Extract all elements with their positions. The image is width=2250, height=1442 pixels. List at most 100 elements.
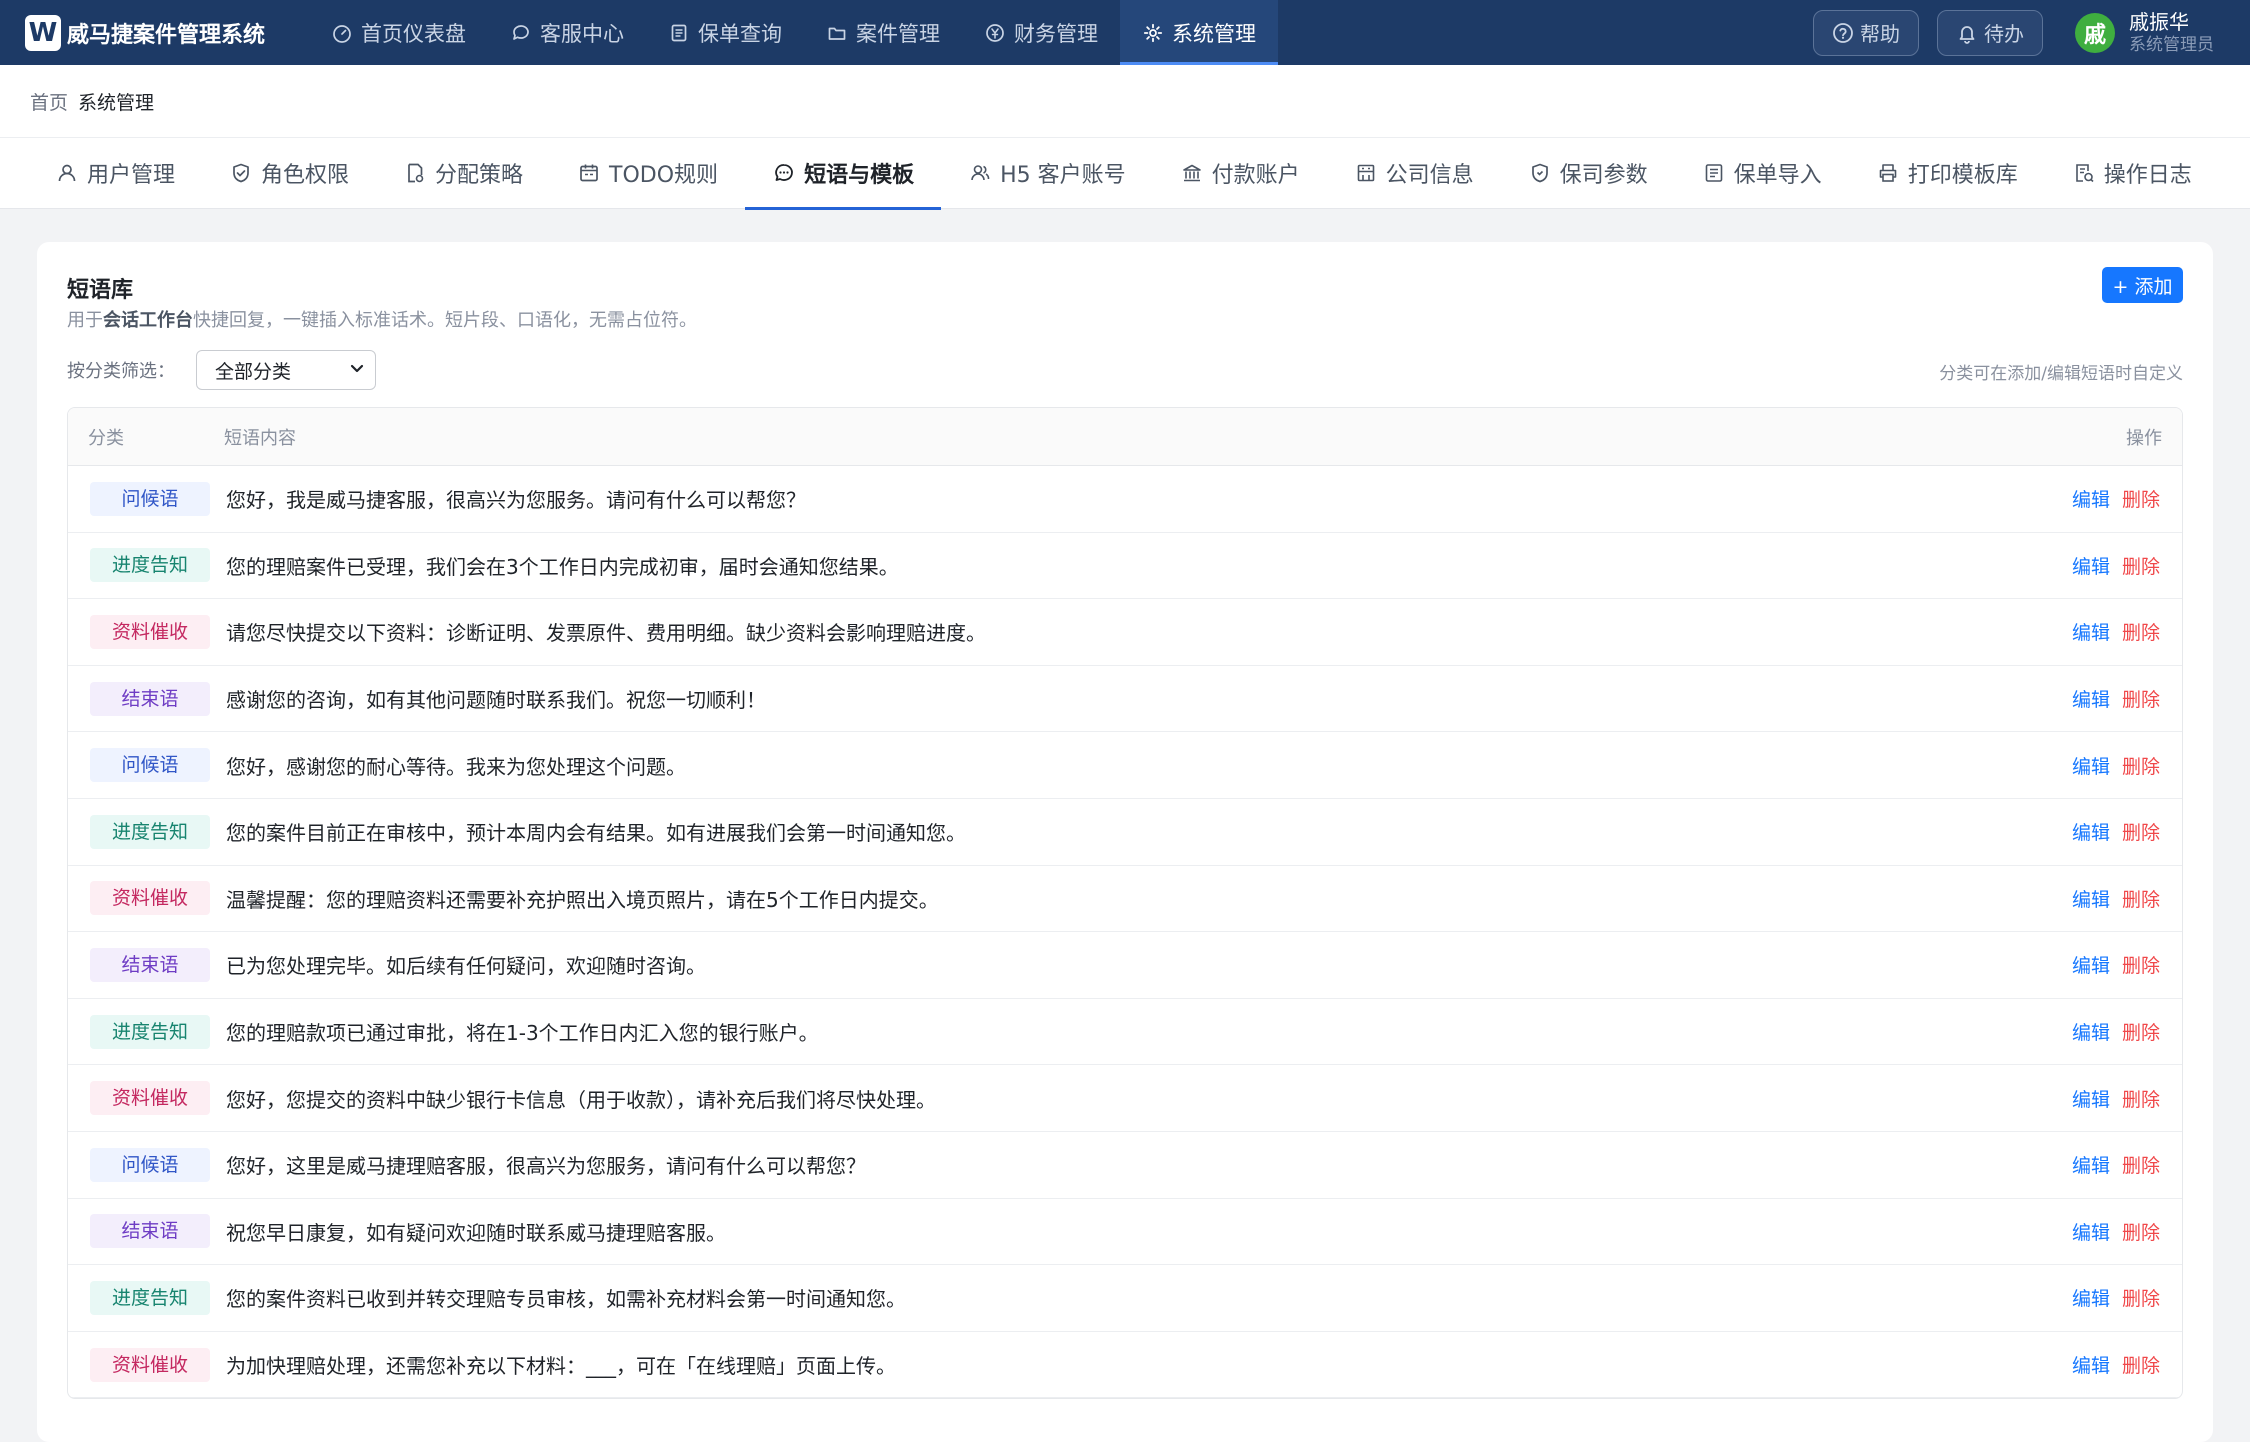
tab-4[interactable]: 短语与模板 (745, 138, 942, 210)
phrase-content: 祝您早日康复，如有疑问欢迎随时联系威马捷理赔客服。 (226, 1220, 726, 1245)
edit-link[interactable]: 编辑 (2072, 818, 2110, 845)
tab-label: TODO规则 (609, 163, 719, 188)
row-actions: 编辑 删除 (2062, 1018, 2182, 1045)
category-cell: 进度告知 (68, 814, 224, 849)
tab-7[interactable]: 公司信息 (1327, 138, 1501, 209)
table-row: 结束语 已为您处理完毕。如后续有任何疑问，欢迎随时咨询。 编辑 删除 (68, 932, 2182, 999)
list-icon (1702, 161, 1726, 185)
tab-label: 保司参数 (1559, 163, 1648, 188)
delete-link[interactable]: 删除 (2122, 1351, 2160, 1378)
logo-mark: W (25, 14, 61, 51)
delete-link[interactable]: 删除 (2122, 685, 2160, 712)
tab-label: 角色权限 (261, 163, 350, 188)
tab-0[interactable]: 用户管理 (28, 138, 202, 209)
delete-link[interactable]: 删除 (2122, 1218, 2160, 1245)
filter-hint: 分类可在添加/编辑短语时自定义 (1939, 364, 2183, 384)
nav-item-4[interactable]: 财务管理 (962, 0, 1120, 65)
building-icon (1354, 161, 1378, 185)
delete-link[interactable]: 删除 (2122, 485, 2160, 512)
user-info: 戚振华 系统管理员 (2129, 10, 2214, 56)
row-actions: 编辑 删除 (2062, 485, 2182, 512)
table-row: 问候语 您好，感谢您的耐心等待。我来为您处理这个问题。 编辑 删除 (68, 732, 2182, 799)
breadcrumb-home[interactable]: 首页 (30, 88, 68, 115)
phrase-library-card: 短语库 用于会话工作台快捷回复，一键插入标准话术。短片段、口语化，无需占位符。 … (37, 242, 2213, 1442)
nav-item-3[interactable]: 案件管理 (804, 0, 962, 65)
chevron-down-icon (349, 359, 365, 381)
add-button[interactable]: + 添加 (2102, 267, 2183, 303)
delete-link[interactable]: 删除 (2122, 1085, 2160, 1112)
header-actions: 帮助 待办 戚 戚振华 系统管理员 (1813, 0, 2250, 65)
edit-link[interactable]: 编辑 (2072, 618, 2110, 645)
help-label: 帮助 (1860, 22, 1900, 46)
delete-link[interactable]: 删除 (2122, 951, 2160, 978)
edit-link[interactable]: 编辑 (2072, 1284, 2110, 1311)
nav-item-0[interactable]: 首页仪表盘 (309, 0, 488, 65)
phrase-content: 感谢您的咨询，如有其他问题随时联系我们。祝您一切顺利！ (226, 688, 766, 713)
delete-link[interactable]: 删除 (2122, 818, 2160, 845)
delete-link[interactable]: 删除 (2122, 1018, 2160, 1045)
tab-10[interactable]: 打印模板库 (1849, 138, 2045, 209)
tab-label: 打印模板库 (1907, 163, 2018, 188)
filter-label: 按分类筛选： (67, 361, 175, 382)
delete-link[interactable]: 删除 (2122, 1151, 2160, 1178)
nav-item-1[interactable]: 客服中心 (488, 0, 646, 65)
delete-link[interactable]: 删除 (2122, 752, 2160, 779)
category-tag: 问候语 (90, 1147, 210, 1182)
row-actions: 编辑 删除 (2062, 1218, 2182, 1245)
table-row: 问候语 您好，这里是威马捷理赔客服，很高兴为您服务，请问有什么可以帮您？ 编辑 删除 (68, 1132, 2182, 1199)
tab-label: 短语与模板 (804, 163, 915, 188)
category-filter-select[interactable]: 全部分类 (196, 350, 376, 390)
category-cell: 问候语 (68, 481, 224, 516)
user-menu[interactable]: 戚 戚振华 系统管理员 (2075, 10, 2214, 56)
tab-label: 用户管理 (87, 163, 176, 188)
row-actions: 编辑 删除 (2062, 752, 2182, 779)
shield-icon (1528, 161, 1552, 185)
edit-link[interactable]: 编辑 (2072, 951, 2110, 978)
table-row: 问候语 您好，我是威马捷客服，很高兴为您服务。请问有什么可以帮您？ 编辑 删除 (68, 466, 2182, 533)
todo-button[interactable]: 待办 (1937, 9, 2043, 56)
edit-link[interactable]: 编辑 (2072, 885, 2110, 912)
nav-item-2[interactable]: 保单查询 (646, 0, 804, 65)
phrase-content: 您的理赔款项已通过审批，将在1-3个工作日内汇入您的银行账户。 (226, 1021, 819, 1046)
tab-3[interactable]: TODO规则 (550, 138, 745, 209)
tab-9[interactable]: 保单导入 (1675, 138, 1849, 209)
nav-item-5[interactable]: 系统管理 (1120, 0, 1279, 65)
edit-link[interactable]: 编辑 (2072, 1018, 2110, 1045)
phrase-content: 为加快理赔处理，还需您补充以下材料：___，可在「在线理赔」页面上传。 (226, 1354, 896, 1379)
calendar-icon (577, 161, 601, 185)
phrase-content: 温馨提醒：您的理赔资料还需要补充护照出入境页照片，请在5个工作日内提交。 (226, 887, 939, 912)
tab-5[interactable]: H5 客户账号 (941, 138, 1153, 209)
edit-link[interactable]: 编辑 (2072, 1351, 2110, 1378)
tab-8[interactable]: 保司参数 (1501, 138, 1675, 209)
tab-11[interactable]: 操作日志 (2045, 138, 2219, 209)
gear-icon (1142, 22, 1164, 44)
edit-link[interactable]: 编辑 (2072, 1085, 2110, 1112)
edit-link[interactable]: 编辑 (2072, 1151, 2110, 1178)
tab-2[interactable]: 分配策略 (376, 138, 550, 209)
edit-link[interactable]: 编辑 (2072, 485, 2110, 512)
delete-link[interactable]: 删除 (2122, 1284, 2160, 1311)
table-row: 结束语 祝您早日康复，如有疑问欢迎随时联系威马捷理赔客服。 编辑 删除 (68, 1199, 2182, 1266)
tab-1[interactable]: 角色权限 (202, 138, 376, 209)
edit-link[interactable]: 编辑 (2072, 685, 2110, 712)
document-icon (668, 22, 690, 44)
delete-link[interactable]: 删除 (2122, 552, 2160, 579)
folder-icon (826, 22, 848, 44)
tab-6[interactable]: 付款账户 (1153, 138, 1327, 209)
category-tag: 问候语 (90, 481, 210, 516)
tab-label: 操作日志 (2103, 163, 2192, 188)
card-title: 短语库 (67, 278, 134, 303)
delete-link[interactable]: 删除 (2122, 885, 2160, 912)
edit-link[interactable]: 编辑 (2072, 1218, 2110, 1245)
help-button[interactable]: 帮助 (1813, 9, 1919, 56)
phrase-content: 您好，这里是威马捷理赔客服，很高兴为您服务，请问有什么可以帮您？ (226, 1154, 866, 1179)
delete-link[interactable]: 删除 (2122, 618, 2160, 645)
table-row: 结束语 感谢您的咨询，如有其他问题随时联系我们。祝您一切顺利！ 编辑 删除 (68, 666, 2182, 733)
edit-link[interactable]: 编辑 (2072, 552, 2110, 579)
app-logo[interactable]: W 威马捷案件管理系统 (25, 14, 265, 51)
table-row: 进度告知 您的案件资料已收到并转交理赔专员审核，如需补充材料会第一时间通知您。 编辑… (68, 1265, 2182, 1332)
tab-label: 保单导入 (1733, 163, 1822, 188)
edit-link[interactable]: 编辑 (2072, 752, 2110, 779)
help-icon (1832, 22, 1854, 44)
row-actions: 编辑 删除 (2062, 552, 2182, 579)
